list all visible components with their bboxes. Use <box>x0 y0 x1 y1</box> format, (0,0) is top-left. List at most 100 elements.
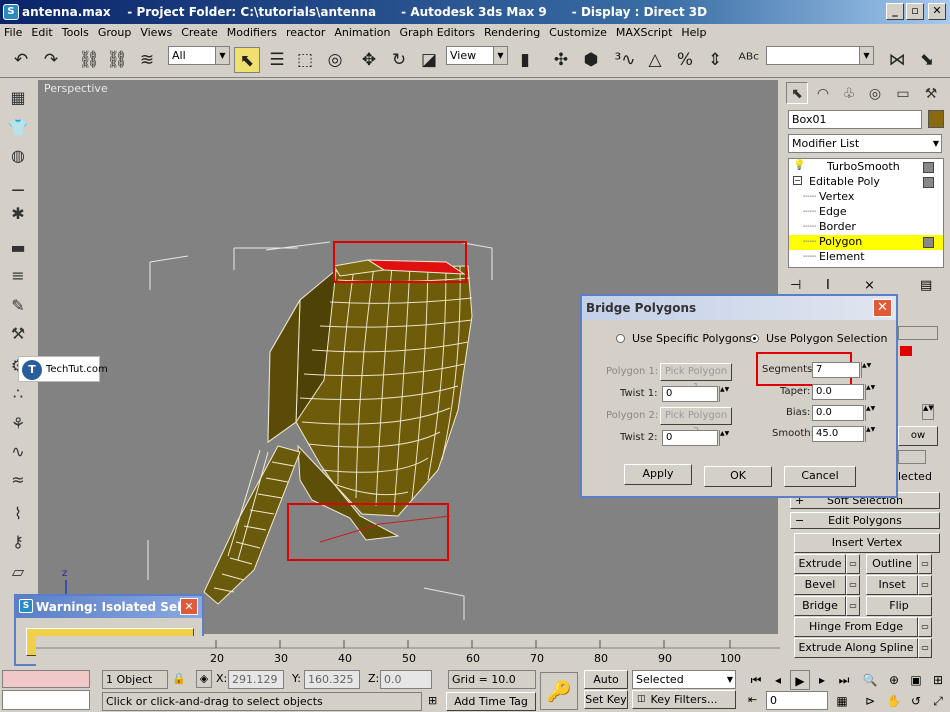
auto-key-button[interactable]: Auto Key <box>584 670 628 703</box>
cloth-icon[interactable]: ∿ <box>6 440 30 464</box>
modifier-list-dropdown[interactable]: Modifier List ▼ <box>788 134 942 153</box>
menu-edit[interactable]: Edit <box>27 24 57 42</box>
show-end-result-icon[interactable]: Ι <box>826 278 830 293</box>
lightbulb-icon[interactable]: 💡 <box>793 160 805 171</box>
stack-item-polygon[interactable]: ┄┄ Polygon <box>789 235 943 250</box>
pencil-icon[interactable]: ✎ <box>6 294 30 318</box>
taper-spinner[interactable]: ▲▼ <box>865 384 875 400</box>
maximize-viewport-icon[interactable]: ⤢ <box>928 691 948 711</box>
wrench-icon[interactable]: ⚒ <box>6 322 30 346</box>
sphere-icon[interactable]: ◍ <box>6 144 30 168</box>
smooth-input[interactable]: 45.0 <box>812 426 864 442</box>
extrude-spline-settings-icon[interactable]: ▭ <box>918 638 932 658</box>
key-mode-dropdown[interactable]: Selected ▼ <box>632 670 736 689</box>
scale-icon[interactable]: ◪ <box>416 47 442 73</box>
bind-space-warp-icon[interactable]: ≋ <box>134 47 160 73</box>
add-time-tag-button[interactable]: Add Time Tag <box>446 692 536 711</box>
bone-icon[interactable]: ⚊ <box>6 174 30 198</box>
remove-modifier-icon[interactable]: ⨯ <box>864 278 875 293</box>
warning-title-bar[interactable]: S Warning: Isolated Sel... <box>16 596 202 618</box>
lock-icon[interactable]: 🔒 <box>172 672 186 685</box>
modify-tab-icon[interactable]: ◠ <box>812 82 834 104</box>
percent-snap-icon[interactable]: % <box>672 47 698 73</box>
select-manipulate-icon[interactable]: ✣ <box>548 47 574 73</box>
rope-icon[interactable]: ⚷ <box>6 530 30 554</box>
figure-icon[interactable]: ▱ <box>6 560 30 584</box>
insert-vertex-button[interactable]: Insert Vertex <box>794 533 940 553</box>
ok-button[interactable]: OK <box>704 466 772 487</box>
zoom-icon[interactable]: 🔍 <box>860 670 880 690</box>
menu-modifiers[interactable]: Modifiers <box>223 24 282 42</box>
outline-button[interactable]: Outline <box>866 554 918 574</box>
bias-input[interactable]: 0.0 <box>812 405 864 421</box>
maximize-button[interactable]: ▫ <box>906 3 924 20</box>
bridge-button[interactable]: Bridge <box>794 596 846 616</box>
set-key-icon[interactable]: 🔑 <box>540 672 578 710</box>
next-frame-icon[interactable]: ▸ <box>812 670 832 690</box>
y-coordinate[interactable]: 160.325 <box>304 670 360 689</box>
move-icon[interactable]: ✥ <box>356 47 382 73</box>
shirt-icon[interactable]: 👕 <box>6 116 30 140</box>
z-coordinate[interactable]: 0.0 <box>380 670 432 689</box>
extrude-button[interactable]: Extrude <box>794 554 846 574</box>
rect-selection-icon[interactable]: ⬚ <box>292 47 318 73</box>
menu-reactor[interactable]: reactor <box>282 24 330 42</box>
bevel-button[interactable]: Bevel <box>794 575 846 595</box>
spinner-snap-icon[interactable]: ⇕ <box>702 47 728 73</box>
current-frame-input[interactable]: 0 <box>766 691 828 710</box>
taper-input[interactable]: 0.0 <box>812 384 864 400</box>
redo-icon[interactable]: ↷ <box>38 47 64 73</box>
motion-tab-icon[interactable]: ◎ <box>864 82 886 104</box>
orbit-icon[interactable]: ↺ <box>906 691 926 711</box>
inset-settings-icon[interactable]: ▭ <box>918 575 932 595</box>
x-coordinate[interactable]: 291.129 <box>228 670 284 689</box>
go-to-start-icon[interactable]: ⏮ <box>746 670 766 690</box>
menu-animation[interactable]: Animation <box>330 24 395 42</box>
spinner-icon[interactable]: ▲▼ <box>922 404 934 420</box>
select-by-name-icon[interactable]: ☰ <box>264 47 290 73</box>
warning-close-icon[interactable]: ✕ <box>180 598 198 615</box>
angle-snap-icon[interactable]: △ <box>642 47 668 73</box>
smooth-spinner[interactable]: ▲▼ <box>865 426 875 442</box>
apply-button[interactable]: Apply <box>624 464 692 485</box>
configure-sets-icon[interactable]: ▤ <box>920 278 932 293</box>
mirror-icon[interactable]: ⋈ <box>884 47 910 73</box>
bridge-settings-icon[interactable]: ▭ <box>846 596 860 616</box>
twist2-input[interactable]: 0 <box>662 430 718 446</box>
set-key-button[interactable]: Set Key <box>584 690 628 709</box>
named-selection-dropdown[interactable]: ▼ <box>766 46 874 65</box>
menu-help[interactable]: Help <box>677 24 711 42</box>
rotate-icon[interactable]: ↻ <box>386 47 412 73</box>
spring-icon[interactable]: ⌇ <box>6 502 30 526</box>
inset-button[interactable]: Inset <box>866 575 918 595</box>
menu-tools[interactable]: Tools <box>58 24 94 42</box>
timeline[interactable]: 20 30 40 50 60 70 80 90 100 <box>36 636 780 668</box>
antenna-mesh[interactable] <box>203 259 473 605</box>
bevel-settings-icon[interactable]: ▭ <box>846 575 860 595</box>
minimize-button[interactable]: _ <box>886 3 904 20</box>
window-crossing-icon[interactable]: ◎ <box>322 47 348 73</box>
utilities-tab-icon[interactable]: ⚒ <box>920 82 942 104</box>
zoom-extents-icon[interactable]: ▣ <box>906 670 926 690</box>
stack-item-element[interactable]: ┄┄ Element <box>789 250 943 265</box>
twist1-input[interactable]: 0 <box>662 386 718 402</box>
bias-spinner[interactable]: ▲▼ <box>865 405 875 421</box>
cancel-button[interactable]: Cancel <box>784 466 856 487</box>
menu-graph-editors[interactable]: Graph Editors <box>395 24 480 42</box>
go-to-end-icon[interactable]: ⏭ <box>834 670 854 690</box>
layers-icon[interactable]: ≡ <box>6 264 30 288</box>
rigid-body-icon[interactable]: ⚘ <box>6 412 30 436</box>
star-icon[interactable]: ✱ <box>6 202 30 226</box>
use-polygon-selection-radio[interactable] <box>750 334 759 343</box>
stack-item-vertex[interactable]: ┄┄ Vertex <box>789 190 943 205</box>
selection-filter-dropdown[interactable]: All ▼ <box>168 46 230 65</box>
field-of-view-icon[interactable]: ⊳ <box>860 691 880 711</box>
material-icon[interactable]: ▬ <box>6 236 30 260</box>
edit-named-selection-icon[interactable]: ᴬᴮᶜ <box>736 47 762 73</box>
select-object-icon[interactable]: ⬉ <box>234 47 260 73</box>
show-button-partial[interactable]: ow <box>898 426 938 446</box>
pivot-center-icon[interactable]: ▮ <box>512 47 538 73</box>
create-tab-icon[interactable]: ⬉ <box>786 82 808 104</box>
zoom-all-icon[interactable]: ⊕ <box>884 670 904 690</box>
play-icon[interactable]: ▶ <box>790 670 810 690</box>
